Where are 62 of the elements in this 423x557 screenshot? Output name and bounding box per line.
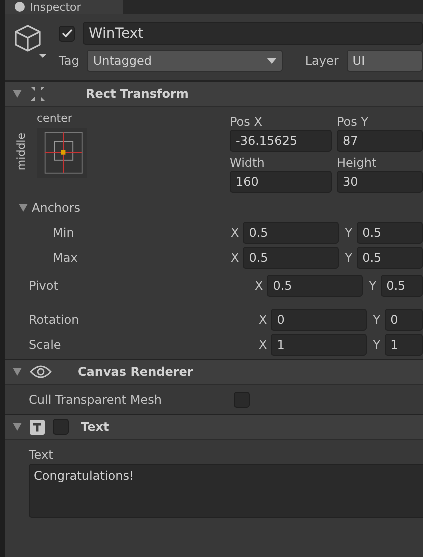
axis-label: Y [369,278,377,292]
number-field[interactable]: 87 [337,130,423,152]
axis-label: X [231,226,240,240]
eye-icon [30,365,52,379]
axis-label: Y [345,250,353,264]
axis-label: X [259,312,268,326]
number-field[interactable]: 0.5 [380,274,423,296]
info-icon [15,2,25,12]
expand-arrow-icon[interactable] [13,368,22,376]
field-label: Text [28,448,54,462]
number-field[interactable]: 0.5 [356,222,423,244]
text-area[interactable]: Congratulations! [29,464,423,518]
field-label: Pos Y [337,115,370,129]
field-label: Pos X [230,115,264,129]
number-field[interactable]: 0.5 [267,274,364,296]
tag-label: Tag [59,54,80,68]
field-label: Rotation [29,312,80,326]
axis-label: X [231,250,240,264]
inspector-tab[interactable]: Inspector [5,0,123,14]
tab-label: Inspector [30,2,82,12]
text-component-icon [30,420,45,434]
number-field[interactable]: -36.15625 [230,130,332,152]
number-field[interactable]: 1 [384,334,423,356]
number-field[interactable]: 0 [384,308,423,330]
field-label: Width [230,156,266,170]
number-field[interactable]: 160 [230,171,332,193]
number-field[interactable]: 1 [271,334,368,356]
field-label: Scale [29,338,62,352]
number-field[interactable]: 0.5 [243,222,340,244]
number-field[interactable]: 0 [271,308,368,330]
expand-arrow-icon[interactable] [13,423,22,431]
number-field[interactable]: 0.5 [243,246,340,268]
number-field[interactable]: 30 [337,171,423,193]
enabled-checkbox[interactable] [53,419,69,435]
axis-label: X [259,338,268,352]
axis-label: Y [345,226,353,240]
anchors-label: Anchors [32,200,81,214]
cull-checkbox[interactable] [234,392,250,408]
name-field[interactable]: WinText [83,22,423,45]
preset-label: middle [15,132,28,170]
field-label: Cull Transparent Mesh [29,392,163,406]
check-icon [62,29,72,38]
component-header[interactable]: Rect Transform [5,81,423,107]
axis-label: Y [373,338,381,352]
expand-arrow-icon[interactable] [19,204,28,212]
active-checkbox[interactable] [59,26,75,42]
field-label: Height [337,156,378,170]
field-label: Max [53,250,79,264]
component-header[interactable]: Text [5,414,423,440]
field-label: Pivot [29,278,60,292]
axis-label: Y [373,312,381,326]
layer-dropdown[interactable]: UI [346,50,423,72]
axis-label: X [255,278,264,292]
field-label: Min [53,226,76,240]
expand-arrow-icon[interactable] [13,90,22,98]
preset-label: center [37,112,74,125]
rect-transform-icon [30,86,46,102]
number-field[interactable]: 0.5 [356,246,423,268]
component-header[interactable]: Canvas Renderer [5,359,423,385]
tag-dropdown[interactable]: Untagged [87,50,284,72]
dropdown-arrow-icon [267,58,278,64]
layer-label: Layer [305,54,339,68]
